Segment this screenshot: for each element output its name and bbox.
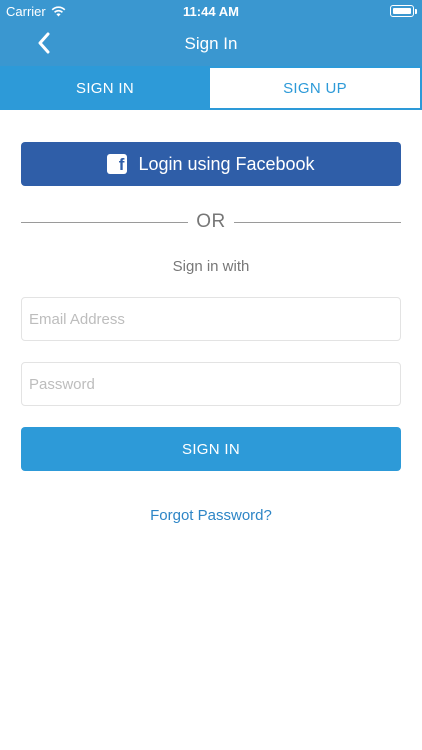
facebook-icon: f xyxy=(107,154,128,174)
battery-icon xyxy=(390,5,417,17)
or-label: OR xyxy=(196,211,226,232)
password-input[interactable] xyxy=(22,363,400,405)
or-divider: OR xyxy=(21,210,401,234)
email-field[interactable] xyxy=(21,297,401,341)
top-bar: Carrier 11:44 AM Sign In xyxy=(0,0,422,66)
sign-in-button[interactable]: SIGN IN xyxy=(21,427,401,471)
page-title: Sign In xyxy=(184,34,238,53)
sign-in-with-label: Sign in with xyxy=(172,258,250,275)
divider-line-right xyxy=(233,221,401,223)
navigation-bar: Sign In xyxy=(0,22,422,66)
password-field[interactable] xyxy=(21,362,401,406)
divider-line-left xyxy=(21,221,189,223)
facebook-login-label: Login using Facebook xyxy=(138,153,315,174)
status-time: 11:44 AM xyxy=(183,4,239,19)
auth-tabs: SIGN IN SIGN UP xyxy=(0,66,422,110)
forgot-password-link[interactable]: Forgot Password? xyxy=(0,507,422,524)
status-bar: Carrier 11:44 AM xyxy=(0,0,422,22)
facebook-login-button[interactable]: f Login using Facebook xyxy=(21,142,401,186)
tab-sign-up[interactable]: SIGN UP xyxy=(210,66,422,110)
email-input[interactable] xyxy=(22,298,400,340)
tab-sign-in[interactable]: SIGN IN xyxy=(0,66,210,110)
